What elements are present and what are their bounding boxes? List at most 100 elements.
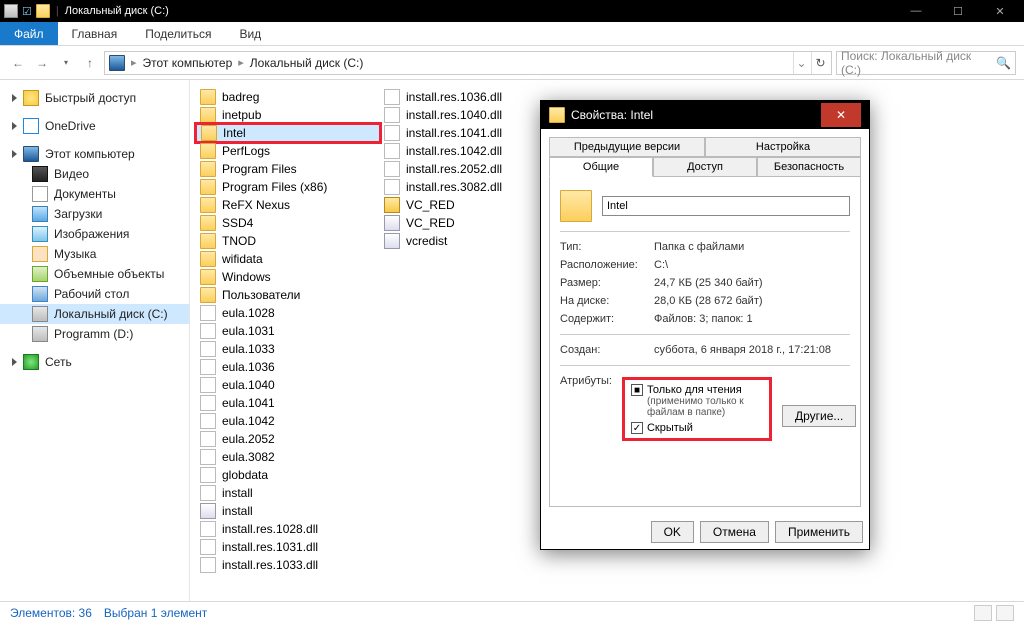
- sidebar-music[interactable]: Музыка: [0, 244, 189, 264]
- file-item[interactable]: install.res.1031.dll: [196, 538, 380, 556]
- file-item[interactable]: SSD4: [196, 214, 380, 232]
- file-item[interactable]: eula.1041: [196, 394, 380, 412]
- file-item[interactable]: eula.1031: [196, 322, 380, 340]
- nav-back[interactable]: ←: [8, 53, 28, 73]
- sidebar-network[interactable]: Сеть: [0, 352, 189, 372]
- file-item[interactable]: eula.1040: [196, 376, 380, 394]
- download-icon: [32, 206, 48, 222]
- nav-up[interactable]: ↑: [80, 53, 100, 73]
- file-item[interactable]: Windows: [196, 268, 380, 286]
- file-name: install: [222, 486, 253, 500]
- file-item[interactable]: Program Files: [196, 160, 380, 178]
- file-item[interactable]: Program Files (x86): [196, 178, 380, 196]
- dialog-tabs-row2: Предыдущие версии Настройка: [549, 137, 861, 157]
- file-item[interactable]: VC_RED: [380, 196, 564, 214]
- file-name: install.res.1040.dll: [406, 108, 502, 122]
- sidebar-drive-d[interactable]: Programm (D:): [0, 324, 189, 344]
- file-item[interactable]: wifidata: [196, 250, 380, 268]
- sidebar-pictures[interactable]: Изображения: [0, 224, 189, 244]
- file-item[interactable]: install.res.2052.dll: [380, 160, 564, 178]
- file-item[interactable]: eula.1042: [196, 412, 380, 430]
- sidebar-this-pc[interactable]: Этот компьютер: [0, 144, 189, 164]
- sidebar-video[interactable]: Видео: [0, 164, 189, 184]
- window-close[interactable]: ✕: [980, 1, 1020, 21]
- file-item[interactable]: badreg: [196, 88, 380, 106]
- readonly-checkbox[interactable]: ■Только для чтения: [631, 384, 763, 396]
- sidebar-drive-c[interactable]: Локальный диск (C:): [0, 304, 189, 324]
- sidebar-desktop[interactable]: Рабочий стол: [0, 284, 189, 304]
- file-item[interactable]: install.res.1033.dll: [196, 556, 380, 574]
- file-item[interactable]: TNOD: [196, 232, 380, 250]
- ribbon-file[interactable]: Файл: [0, 22, 58, 45]
- file-item[interactable]: install.res.1028.dll: [196, 520, 380, 538]
- sidebar-documents[interactable]: Документы: [0, 184, 189, 204]
- sidebar-onedrive[interactable]: OneDrive: [0, 116, 189, 136]
- nav-forward[interactable]: →: [32, 53, 52, 73]
- file-item[interactable]: PerfLogs: [196, 142, 380, 160]
- tab-security[interactable]: Безопасность: [757, 157, 861, 177]
- ribbon-view[interactable]: Вид: [225, 22, 275, 45]
- nav-row: ← → ▾ ↑ ▸ Этот компьютер ▸ Локальный дис…: [0, 46, 1024, 80]
- view-details-button[interactable]: [974, 605, 992, 621]
- file-name: Program Files: [222, 162, 297, 176]
- file-item[interactable]: globdata: [196, 466, 380, 484]
- breadcrumb-root[interactable]: Этот компьютер: [143, 56, 233, 70]
- apply-button[interactable]: Применить: [775, 521, 863, 543]
- file-icon: [200, 521, 216, 537]
- star-icon: [23, 90, 39, 106]
- file-item[interactable]: eula.2052: [196, 430, 380, 448]
- ok-button[interactable]: OK: [651, 521, 694, 543]
- ribbon-share[interactable]: Поделиться: [131, 22, 225, 45]
- hidden-checkbox[interactable]: ✓Скрытый: [631, 422, 763, 434]
- window-minimize[interactable]: —: [896, 1, 936, 21]
- breadcrumb-path[interactable]: Локальный диск (C:): [250, 56, 364, 70]
- file-item[interactable]: Intel: [196, 124, 380, 142]
- sidebar-3d-objects[interactable]: Объемные объекты: [0, 264, 189, 284]
- refresh-button[interactable]: ↻: [811, 52, 829, 74]
- dialog-close[interactable]: ✕: [821, 103, 861, 127]
- dialog-titlebar: Свойства: Intel ✕: [541, 101, 869, 129]
- sidebar-downloads[interactable]: Загрузки: [0, 204, 189, 224]
- music-icon: [32, 246, 48, 262]
- file-item[interactable]: install.res.1041.dll: [380, 124, 564, 142]
- window-maximize[interactable]: ☐: [938, 1, 978, 21]
- file-icon: [384, 179, 400, 195]
- file-name: install.res.1041.dll: [406, 126, 502, 140]
- file-item[interactable]: VC_RED: [380, 214, 564, 232]
- advanced-button[interactable]: Другие...: [782, 405, 856, 427]
- nav-recent[interactable]: ▾: [56, 53, 76, 73]
- file-item[interactable]: install.res.1040.dll: [380, 106, 564, 124]
- file-icon: [200, 485, 216, 501]
- address-dropdown[interactable]: ⌄: [793, 52, 809, 74]
- file-item[interactable]: install.res.1042.dll: [380, 142, 564, 160]
- file-item[interactable]: install: [196, 484, 380, 502]
- file-item[interactable]: eula.3082: [196, 448, 380, 466]
- tab-sharing[interactable]: Доступ: [653, 157, 757, 177]
- pictures-icon: [32, 226, 48, 242]
- tab-customize[interactable]: Настройка: [705, 137, 861, 157]
- file-item[interactable]: install.res.1036.dll: [380, 88, 564, 106]
- file-item[interactable]: eula.1033: [196, 340, 380, 358]
- folder-name-input[interactable]: Intel: [602, 196, 850, 216]
- folder-icon: [36, 4, 50, 18]
- view-icons-button[interactable]: [996, 605, 1014, 621]
- file-icon: [384, 89, 400, 105]
- file-item[interactable]: inetpub: [196, 106, 380, 124]
- address-bar[interactable]: ▸ Этот компьютер ▸ Локальный диск (C:) ⌄…: [104, 51, 832, 75]
- file-item[interactable]: ReFX Nexus: [196, 196, 380, 214]
- tab-previous-versions[interactable]: Предыдущие версии: [549, 137, 705, 157]
- file-icon: [384, 161, 400, 177]
- file-item[interactable]: eula.1028: [196, 304, 380, 322]
- file-item[interactable]: Пользователи: [196, 286, 380, 304]
- sidebar-quick-access[interactable]: Быстрый доступ: [0, 88, 189, 108]
- ribbon-home[interactable]: Главная: [58, 22, 132, 45]
- cancel-button[interactable]: Отмена: [700, 521, 769, 543]
- file-name: eula.1033: [222, 342, 275, 356]
- qat-checkbox-icon[interactable]: ☑: [22, 5, 32, 18]
- tab-general[interactable]: Общие: [549, 157, 653, 177]
- file-item[interactable]: install: [196, 502, 380, 520]
- file-item[interactable]: vcredist: [380, 232, 564, 250]
- file-item[interactable]: eula.1036: [196, 358, 380, 376]
- file-item[interactable]: install.res.3082.dll: [380, 178, 564, 196]
- search-input[interactable]: Поиск: Локальный диск (C:) 🔍: [836, 51, 1016, 75]
